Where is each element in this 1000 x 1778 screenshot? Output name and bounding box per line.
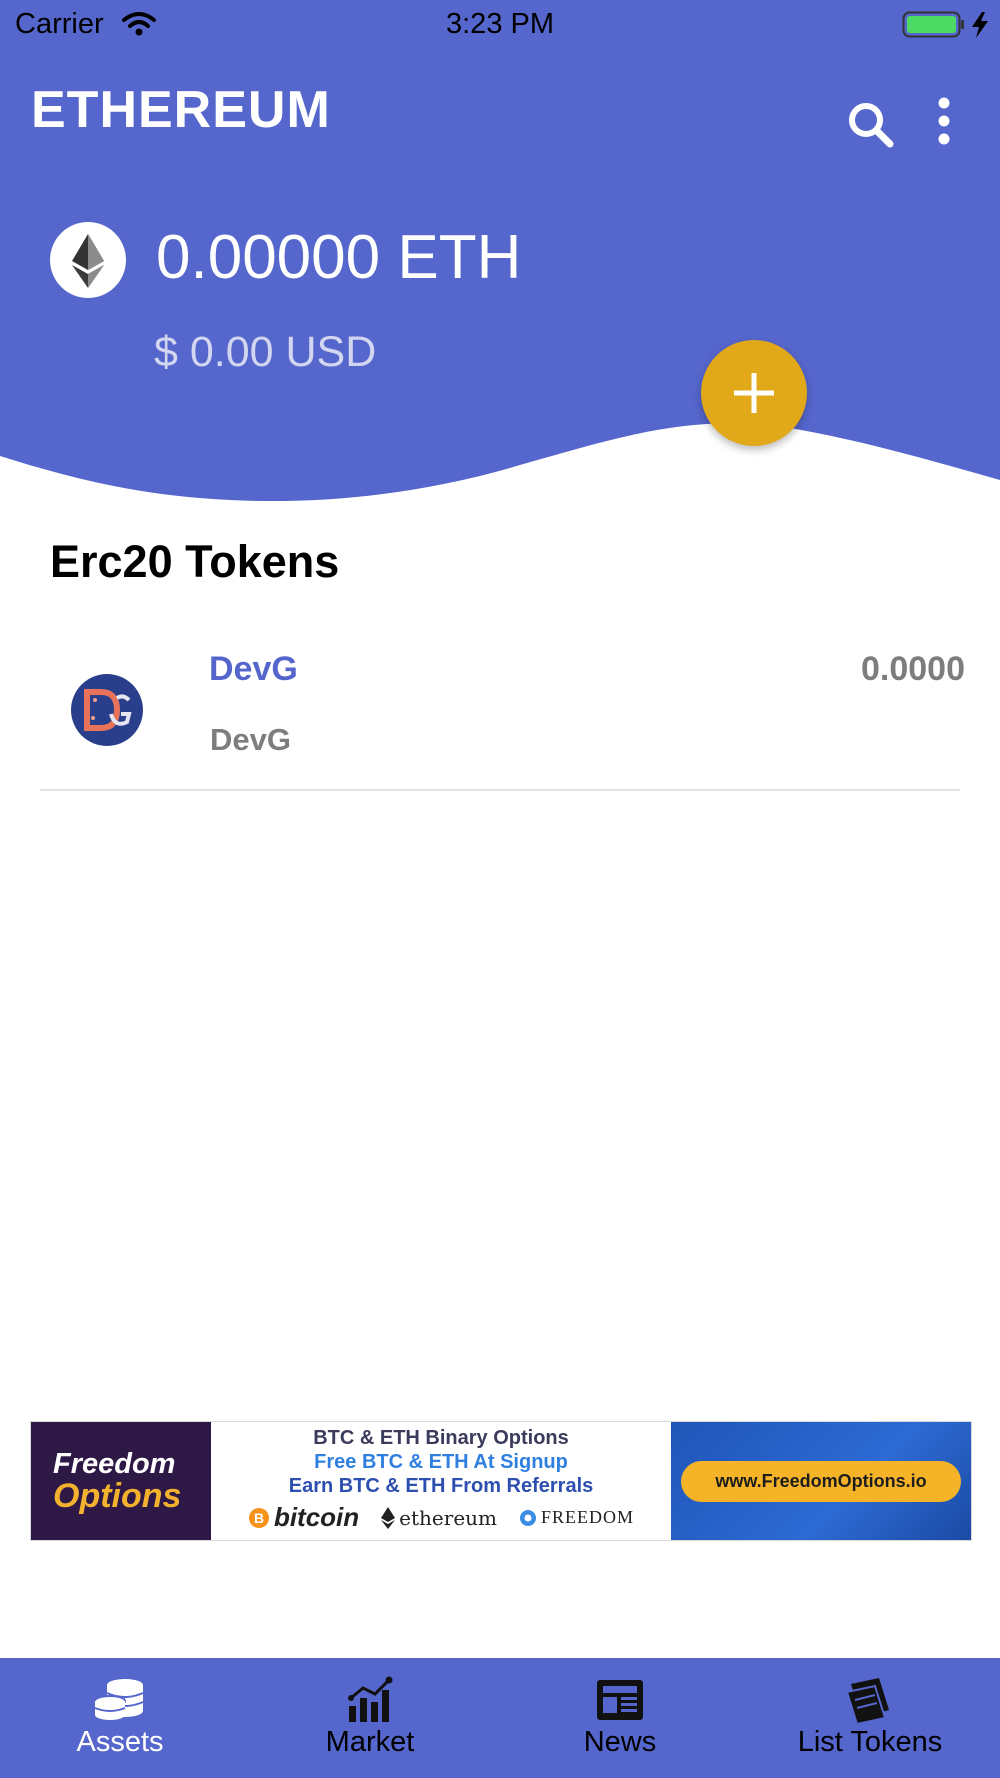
newspaper-icon xyxy=(597,1680,643,1720)
bitcoin-icon: B xyxy=(248,1507,269,1528)
status-time: 3:23 PM xyxy=(446,8,554,40)
devg-logo-icon xyxy=(84,689,132,731)
tab-market-label: Market xyxy=(325,1726,415,1758)
token-row[interactable]: DevG DevG 0.0000 xyxy=(0,630,1000,790)
tab-news[interactable]: News xyxy=(500,1658,740,1778)
ethereum-small-icon xyxy=(381,1506,396,1529)
bar-chart-icon xyxy=(348,1676,393,1722)
tab-assets-label: Assets xyxy=(76,1726,164,1758)
token-symbol: DevG xyxy=(210,722,291,757)
ad-cta-button[interactable]: www.FreedomOptions.io xyxy=(681,1460,961,1502)
eth-balance: 0.00000 ETH xyxy=(156,223,522,292)
ad-brand-line1: Freedom xyxy=(53,1448,176,1480)
ad-logo-freedom-text: FREEDOM xyxy=(541,1507,635,1527)
status-bar: Carrier 3:23 PM xyxy=(0,0,1000,50)
ad-logo-ethereum: ethereum xyxy=(381,1506,497,1530)
tab-assets[interactable]: Assets xyxy=(0,1658,240,1778)
ad-copy: BTC & ETH Binary Options Free BTC & ETH … xyxy=(211,1422,671,1540)
ad-cta-panel: www.FreedomOptions.io xyxy=(671,1422,971,1540)
usd-balance: $ 0.00 USD xyxy=(154,328,377,376)
tab-market[interactable]: Market xyxy=(240,1658,500,1778)
tab-bar: Assets Market News List Tokens xyxy=(0,1658,1000,1778)
plus-icon xyxy=(734,373,774,413)
tab-list-tokens-label: List Tokens xyxy=(797,1726,943,1758)
ad-logo-ethereum-text: ethereum xyxy=(399,1505,498,1530)
token-balance: 0.0000 xyxy=(861,650,965,688)
tickets-icon xyxy=(845,1678,889,1724)
coins-icon xyxy=(94,1679,144,1720)
battery-icon xyxy=(902,11,988,38)
freedom-icon xyxy=(520,1509,537,1526)
ad-subline-1: Free BTC & ETH At Signup xyxy=(314,1451,568,1473)
ad-brand-line2: Options xyxy=(53,1477,182,1515)
ad-subline-2: Earn BTC & ETH From Referrals xyxy=(288,1475,594,1497)
token-avatar xyxy=(71,674,143,746)
ad-logo-bitcoin-text: bitcoin xyxy=(273,1502,360,1532)
tab-news-label: News xyxy=(583,1726,657,1758)
page-title: ETHEREUM xyxy=(31,81,331,139)
ad-logo-bitcoin: B bitcoin xyxy=(248,1502,359,1533)
divider xyxy=(40,789,960,791)
tab-list-tokens[interactable]: List Tokens xyxy=(740,1658,1000,1778)
add-token-button[interactable] xyxy=(701,340,807,446)
search-icon[interactable] xyxy=(846,100,894,148)
token-name: DevG xyxy=(209,650,298,688)
ad-headline: BTC & ETH Binary Options xyxy=(313,1427,569,1449)
svg-text:B: B xyxy=(254,1510,264,1526)
ad-logos: B bitcoin ethereum FREEDOM xyxy=(211,1502,671,1533)
ad-banner[interactable]: Freedom Options BTC & ETH Binary Options… xyxy=(30,1421,972,1541)
ethereum-icon xyxy=(72,234,104,288)
eth-logo xyxy=(50,222,126,298)
section-title: Erc20 Tokens xyxy=(50,536,340,587)
ad-logo-freedom: FREEDOM xyxy=(519,1507,634,1528)
more-vert-icon[interactable] xyxy=(932,96,956,148)
ad-brand: Freedom Options xyxy=(31,1422,211,1540)
